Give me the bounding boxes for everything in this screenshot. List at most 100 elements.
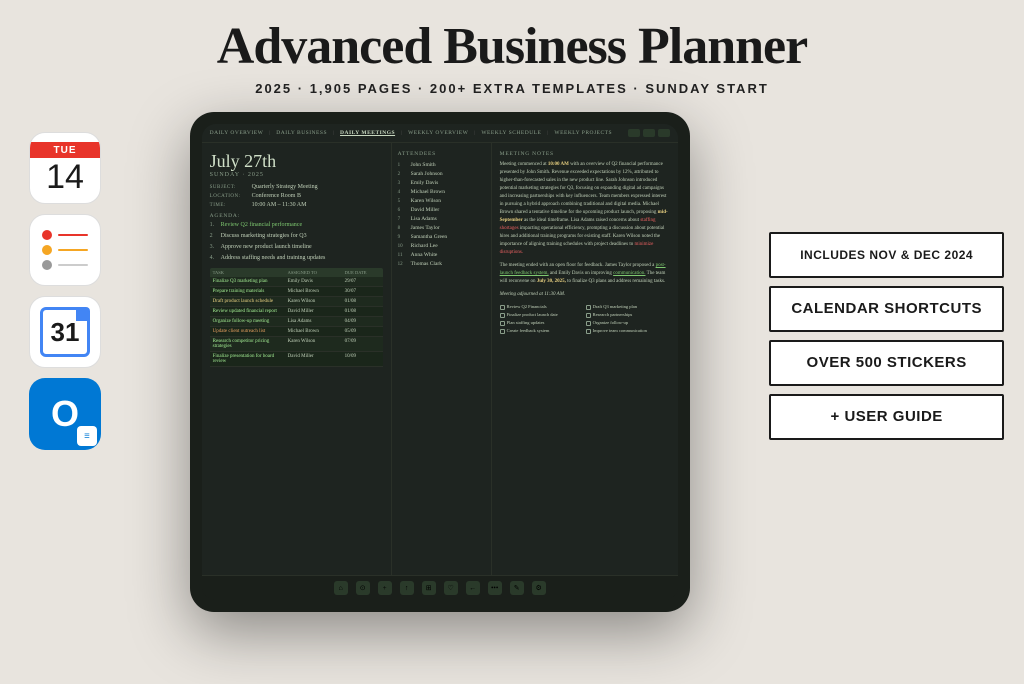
tablet-container: DAILY OVERVIEW | DAILY BUSINESS | DAILY …: [120, 112, 759, 612]
reminders-app-icon[interactable]: [29, 214, 101, 286]
nav-daily-meetings[interactable]: DAILY MEETINGS: [340, 130, 395, 136]
notes-paragraph-1: Meeting commenced at 10:00 AM with an ov…: [500, 161, 670, 299]
google-calendar-icon[interactable]: 31: [29, 296, 101, 368]
nav-daily-overview[interactable]: DAILY OVERVIEW: [210, 130, 264, 136]
calendar-date: 14: [46, 160, 84, 194]
reminder-row-1: [42, 230, 88, 240]
attendee-row: 2Sarah Johnson: [398, 171, 485, 177]
attendee-row: 1John Smith: [398, 162, 485, 168]
page-title: Advanced Business Planner: [0, 18, 1024, 75]
check-item: Research partnerships: [586, 312, 670, 318]
attendee-row: 5Karen Wilson: [398, 198, 485, 204]
checklist-area: Review Q2 Financials Draft Q3 marketing …: [500, 304, 670, 334]
location-row: LOCATION: Conference Room B: [210, 193, 383, 199]
task-row: Draft product launch schedule Karen Wils…: [210, 297, 383, 307]
nav-icons: [628, 129, 670, 137]
line-gray: [58, 264, 88, 266]
date-heading: July 27th: [210, 151, 383, 172]
left-app-icons: TUE 14 31: [20, 112, 110, 450]
time-value: 10:00 AM – 11:30 AM: [252, 202, 307, 208]
task-row: Prepare training materials Michael Brown…: [210, 287, 383, 297]
toolbar-settings[interactable]: ⚙: [532, 581, 546, 595]
nav-weekly-schedule[interactable]: WEEKLY SCHEDULE: [481, 130, 541, 136]
gcal-corner: [76, 307, 90, 321]
time-label: TIME:: [210, 202, 248, 208]
tablet-main-content: July 27th SUNDAY · 2025 SUBJECT: Quarter…: [202, 143, 678, 575]
outlook-badge: ≡: [77, 426, 97, 446]
subject-row: SUBJECT: Quarterly Strategy Meeting: [210, 184, 383, 190]
attendees-panel: ATTENDEES 1John Smith 2Sarah Johnson 3Em…: [392, 143, 492, 575]
notes-title: MEETING NOTES: [500, 151, 670, 157]
task-row: Finalize Q3 marketing plan Emily Davis 2…: [210, 277, 383, 287]
badge-calendar-shortcuts: CALENDAR SHORTCUTS: [769, 286, 1004, 332]
agenda-item-1: 1. Review Q2 financial performance: [210, 222, 383, 230]
reminder-row-2: [42, 245, 88, 255]
badge-stickers-text: OVER 500 STICKERS: [807, 354, 967, 371]
badge-nov-dec: INCLUDES NOV & DEC 2024: [769, 232, 1004, 278]
toolbar-heart[interactable]: ♡: [444, 581, 458, 595]
attendee-row: 11Anna White: [398, 252, 485, 258]
task-row: Finalize presentation for board review D…: [210, 352, 383, 367]
badge-stickers: OVER 500 STICKERS: [769, 340, 1004, 386]
task-section: TASK ASSIGNED TO DUE DATE Finalize Q3 ma…: [210, 268, 383, 367]
check-item: Finalize product launch date: [500, 312, 584, 318]
notes-panel: MEETING NOTES Meeting commenced at 10:00…: [492, 143, 678, 575]
attendee-row: 8James Taylor: [398, 225, 485, 231]
outlook-letter: O: [51, 393, 79, 435]
tablet-toolbar: ⌂ ⊙ + ↑ ⊞ ♡ ← ••• ✎ ⚙: [202, 575, 678, 600]
time-row: TIME: 10:00 AM – 11:30 AM: [210, 202, 383, 208]
attendees-title: ATTENDEES: [398, 151, 485, 157]
dot-gray: [42, 260, 52, 270]
nav-weekly-projects[interactable]: WEEKLY PROJECTS: [554, 130, 612, 136]
attendee-row: 12Thomas Clark: [398, 261, 485, 267]
subject-label: SUBJECT:: [210, 184, 248, 190]
nav-weekly-overview[interactable]: WEEKLY OVERVIEW: [408, 130, 468, 136]
nav-daily-business[interactable]: DAILY BUSINESS: [276, 130, 327, 136]
tablet-nav: DAILY OVERVIEW | DAILY BUSINESS | DAILY …: [202, 124, 678, 143]
date-sub: SUNDAY · 2025: [210, 172, 383, 178]
tablet-screen: DAILY OVERVIEW | DAILY BUSINESS | DAILY …: [202, 124, 678, 600]
location-label: LOCATION:: [210, 193, 248, 199]
reminder-row-3: [42, 260, 88, 270]
location-value: Conference Room B: [252, 193, 301, 199]
task-row: Organize follow-up meeting Lisa Adams 04…: [210, 317, 383, 327]
nav-icon-1: [628, 129, 640, 137]
gcal-number: 31: [51, 317, 80, 348]
toolbar-dots[interactable]: •••: [488, 581, 502, 595]
task-row: Update client outreach list Michael Brow…: [210, 327, 383, 337]
toolbar-pen[interactable]: ✎: [510, 581, 524, 595]
dot-red: [42, 230, 52, 240]
agenda-item-2: 2 Discuss marketing strategies for Q3: [210, 233, 383, 241]
badge-nov-dec-text: INCLUDES NOV & DEC 2024: [800, 248, 973, 262]
toolbar-home[interactable]: ⌂: [334, 581, 348, 595]
check-item: Draft Q3 marketing plan: [586, 304, 670, 310]
toolbar-grid[interactable]: ⊞: [422, 581, 436, 595]
agenda-item-3: 3. Approve new product launch timeline: [210, 244, 383, 252]
task-row: Review updated financial report David Mi…: [210, 307, 383, 317]
badge-shortcuts-text: CALENDAR SHORTCUTS: [791, 300, 982, 317]
task-table-header: TASK ASSIGNED TO DUE DATE: [210, 268, 383, 277]
agenda-title: AGENDA:: [210, 213, 383, 219]
page-header: Advanced Business Planner 2025 · 1,905 P…: [0, 0, 1024, 104]
toolbar-back[interactable]: ←: [466, 581, 480, 595]
toolbar-search[interactable]: ⊙: [356, 581, 370, 595]
check-item: Improve team communication: [586, 328, 670, 334]
calendar-day: TUE: [30, 142, 100, 158]
agenda-item-4: 4. Address staffing needs and training u…: [210, 255, 383, 263]
task-col-due: DUE DATE: [345, 270, 380, 275]
nav-icon-2: [643, 129, 655, 137]
outlook-app-icon[interactable]: O ≡: [29, 378, 101, 450]
subject-value: Quarterly Strategy Meeting: [252, 184, 318, 190]
left-panel: July 27th SUNDAY · 2025 SUBJECT: Quarter…: [202, 143, 392, 575]
toolbar-add[interactable]: +: [378, 581, 392, 595]
dot-orange: [42, 245, 52, 255]
toolbar-share[interactable]: ↑: [400, 581, 414, 595]
calendar-app-icon[interactable]: TUE 14: [29, 132, 101, 204]
attendee-row: 6David Miller: [398, 207, 485, 213]
attendee-row: 3Emily Davis: [398, 180, 485, 186]
task-col-assigned: ASSIGNED TO: [288, 270, 343, 275]
subtitle-bar: 2025 · 1,905 PAGES · 200+ EXTRA TEMPLATE…: [0, 81, 1024, 96]
outlook-inner: O ≡: [29, 378, 101, 450]
badge-guide-text: + USER GUIDE: [831, 408, 943, 425]
check-item: Create feedback system: [500, 328, 584, 334]
